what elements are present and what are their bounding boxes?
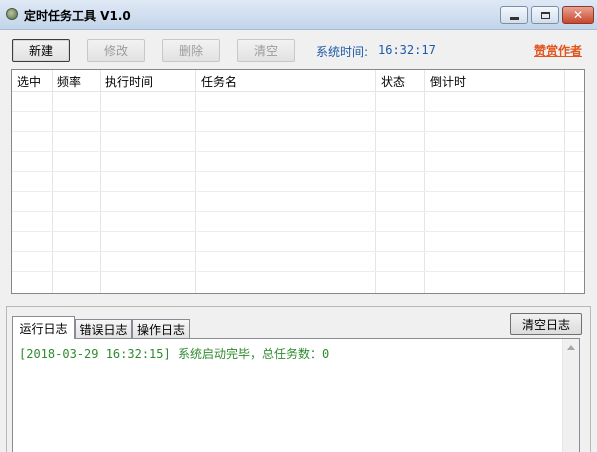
row-divider (12, 211, 584, 212)
column-task-name[interactable]: 任务名 (201, 73, 237, 90)
title-bar[interactable]: 定时任务工具 V1.0 ✕ (0, 0, 597, 30)
task-table[interactable]: 选中 频率 执行时间 任务名 状态 倒计时 (11, 69, 585, 294)
log-scrollbar[interactable] (562, 339, 579, 452)
delete-task-button[interactable]: 删除 (162, 39, 220, 62)
system-time-value: 16:32:17 (378, 43, 436, 57)
maximize-button[interactable] (531, 6, 559, 24)
system-time-label: 系统时间: (316, 45, 369, 59)
column-divider (375, 70, 376, 293)
close-icon: ✕ (572, 8, 584, 22)
tab-operation-log[interactable]: 操作日志 (132, 319, 190, 338)
column-status[interactable]: 状态 (381, 73, 405, 90)
edit-task-button[interactable]: 修改 (87, 39, 145, 62)
minimize-icon (509, 16, 519, 20)
close-button[interactable]: ✕ (562, 6, 594, 24)
task-table-header: 选中 频率 执行时间 任务名 状态 倒计时 (12, 70, 584, 92)
column-divider (564, 70, 565, 293)
app-clock-icon (6, 8, 18, 20)
column-select[interactable]: 选中 (17, 73, 41, 90)
column-countdown[interactable]: 倒计时 (430, 73, 466, 90)
window-title: 定时任务工具 V1.0 (24, 9, 131, 23)
row-divider (12, 251, 584, 252)
row-divider (12, 131, 584, 132)
clear-tasks-button[interactable]: 清空 (237, 39, 295, 62)
new-task-button[interactable]: 新建 (12, 39, 70, 62)
clear-log-button[interactable]: 清空日志 (510, 313, 582, 335)
column-divider (424, 70, 425, 293)
row-divider (12, 191, 584, 192)
log-output[interactable]: [2018-03-29 16:32:15] 系统启动完毕，总任务数：0 (12, 338, 580, 452)
column-divider (100, 70, 101, 293)
main-window: 定时任务工具 V1.0 ✕ 新建 修改 删除 清空 系统时间: 16:32:17… (0, 0, 597, 452)
tab-run-log[interactable]: 运行日志 (12, 316, 75, 339)
row-divider (12, 271, 584, 272)
donate-author-link[interactable]: 赞赏作者 (534, 42, 582, 59)
row-divider (12, 151, 584, 152)
minimize-button[interactable] (500, 6, 528, 24)
row-divider (12, 231, 584, 232)
column-divider (195, 70, 196, 293)
row-divider (12, 111, 584, 112)
tab-error-log[interactable]: 错误日志 (75, 319, 132, 338)
column-frequency[interactable]: 频率 (57, 73, 81, 90)
maximize-icon (540, 11, 550, 19)
column-divider (52, 70, 53, 293)
row-divider (12, 171, 584, 172)
log-entry: [2018-03-29 16:32:15] 系统启动完毕，总任务数：0 (19, 347, 330, 361)
scroll-up-arrow-icon[interactable] (567, 345, 575, 350)
column-exec-time[interactable]: 执行时间 (105, 73, 153, 90)
